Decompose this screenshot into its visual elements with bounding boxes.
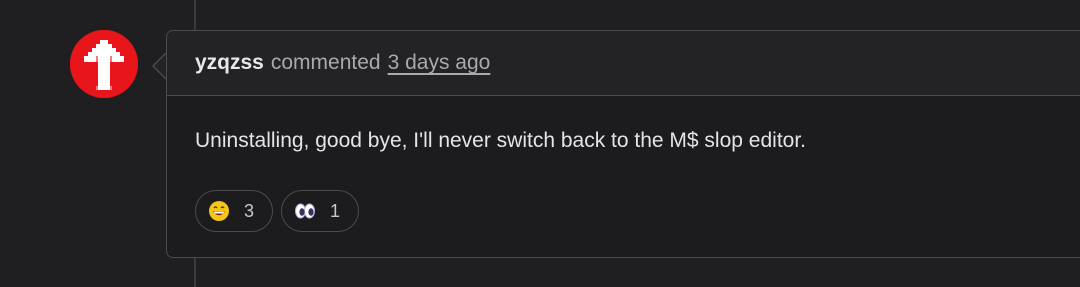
reactions-bar: 3 1 — [167, 190, 1080, 232]
comment-timeline: yzqzss commented 3 days ago Uninstalling… — [0, 0, 1080, 287]
reaction-eyes-button[interactable]: 1 — [281, 190, 360, 232]
comment-header: yzqzss commented 3 days ago — [167, 31, 1080, 96]
reaction-count: 3 — [244, 200, 255, 221]
reaction-grinning-button[interactable]: 3 — [195, 190, 274, 232]
comment-body: Uninstalling, good bye, I'll never switc… — [195, 129, 806, 152]
comment-author[interactable]: yzqzss — [195, 51, 264, 75]
user-avatar-icon — [70, 30, 138, 98]
comment-card: yzqzss commented 3 days ago Uninstalling… — [166, 30, 1080, 258]
comment-action: commented — [270, 51, 381, 74]
avatar[interactable] — [70, 30, 138, 98]
eyes-icon — [294, 200, 316, 222]
comment-timestamp[interactable]: 3 days ago — [388, 51, 491, 75]
reaction-count: 1 — [330, 200, 341, 221]
grinning-face-icon — [208, 200, 230, 222]
